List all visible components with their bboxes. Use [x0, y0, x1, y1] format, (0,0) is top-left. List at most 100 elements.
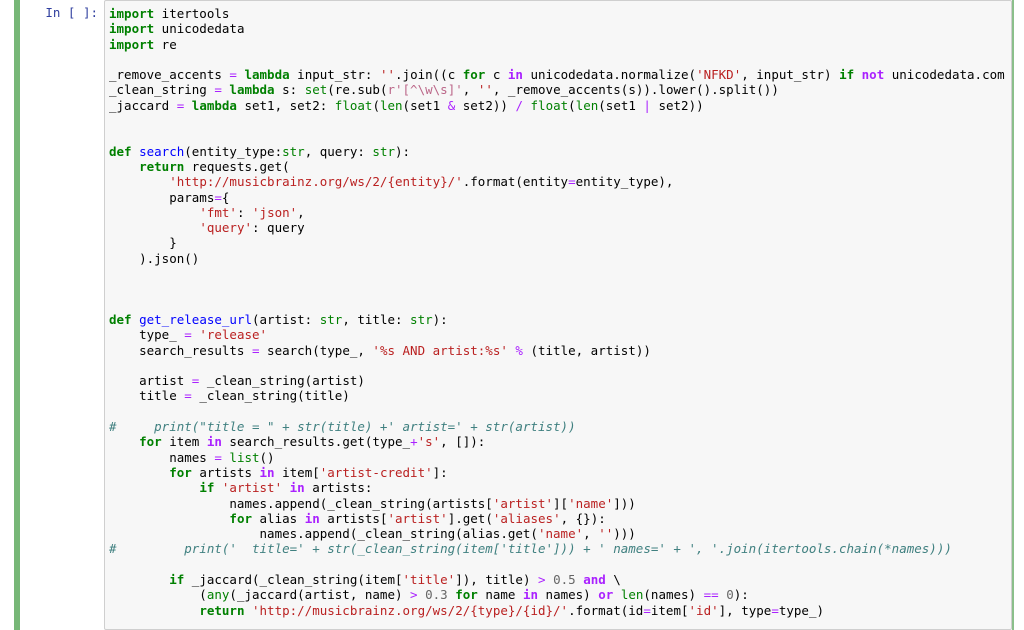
code-token: (artist: — [252, 311, 320, 327]
notebook-page: In [ ]: import itertools import unicodeda… — [0, 0, 1024, 630]
code-token: ( — [372, 97, 380, 113]
code-line: return 'http://musicbrainz.org/ws/2/{typ… — [109, 603, 1011, 618]
code-token: and — [583, 571, 606, 587]
code-token: '%s AND artist:%s' — [372, 342, 508, 358]
code-token: 'artist' — [387, 510, 448, 526]
code-token: search(type_, — [259, 342, 373, 358]
code-token: # print("title = " + str(title) +' artis… — [109, 419, 576, 435]
code-line: params={ — [109, 190, 1011, 205]
code-token: .format(entity — [462, 174, 569, 190]
code-token: == — [703, 587, 719, 603]
code-line: for alias in artists['artist'].get('alia… — [109, 511, 1011, 526]
code-token: .format(id — [568, 602, 644, 618]
code-input-area[interactable]: import itertools import unicodedata import… — [104, 0, 1012, 630]
code-token: _clean_string — [109, 82, 215, 98]
code-token: (names) — [643, 587, 704, 603]
code-token: _clean_string(title) — [191, 388, 350, 404]
code-token: .join((c — [395, 67, 463, 83]
code-editor[interactable]: import itertools import unicodedata import… — [105, 1, 1011, 629]
code-token: s: — [274, 82, 305, 98]
code-token: import — [109, 6, 155, 21]
code-token: import — [109, 36, 155, 52]
code-line: for artists in item['artist-credit']: — [109, 465, 1011, 480]
code-cell-selected[interactable]: In [ ]: import itertools import unicodeda… — [14, 0, 1014, 630]
code-line: import unicodedata — [109, 21, 1011, 36]
code-token: c — [485, 67, 508, 83]
code-token: search_results — [109, 342, 252, 358]
code-token: type_) — [778, 602, 824, 618]
code-token: (set1 — [598, 97, 644, 113]
code-token: re — [154, 36, 177, 52]
code-token: str — [319, 311, 343, 327]
code-token: : query — [252, 220, 305, 236]
code-token: for — [462, 67, 486, 83]
code-token: type_ — [109, 327, 185, 343]
code-token: (title, artist)) — [522, 342, 651, 358]
code-token: alias — [252, 510, 305, 526]
code-token: any — [206, 587, 230, 603]
code-token: ): — [432, 311, 448, 327]
code-token: not — [861, 67, 885, 83]
code-token: (entity_type: — [184, 143, 283, 159]
code-line: return requests.get( — [109, 159, 1011, 174]
code-token: 'name' — [537, 526, 584, 542]
code-line: search_results = search(type_, '%s AND a… — [109, 343, 1011, 358]
code-token: | — [643, 97, 651, 113]
code-token: for — [229, 510, 252, 526]
code-line: 'http://musicbrainz.org/ws/2/{entity}/'.… — [109, 174, 1011, 189]
code-token: 'json' — [252, 204, 298, 220]
code-token: len — [379, 97, 403, 113]
code-token: lambda — [191, 97, 237, 113]
code-token: _clean_string(artist) — [199, 373, 365, 389]
cell-execution-prompt: In [ ]: — [45, 5, 98, 20]
code-token: \ — [605, 571, 621, 587]
code-token: } — [109, 235, 177, 251]
code-token: = — [643, 602, 651, 618]
code-token: , — [297, 204, 305, 220]
code-token: r'[^\w\s]' — [387, 82, 463, 98]
code-token: 'name' — [568, 495, 614, 511]
code-line: names = list() — [109, 450, 1011, 465]
code-token: for — [169, 464, 192, 480]
code-token: 's' — [417, 434, 441, 450]
code-line: _jaccard = lambda set1, set2: float(len(… — [109, 98, 1011, 113]
code-token: > — [410, 587, 418, 603]
code-line: def get_release_url(artist: str, title: … — [109, 312, 1011, 327]
code-token: in — [507, 67, 523, 83]
code-token: len — [620, 587, 644, 603]
code-line: # print(' title=' + str(_clean_string(it… — [109, 541, 1011, 556]
code-token: 'release' — [199, 327, 268, 343]
code-token: 'artist' — [492, 495, 554, 511]
code-token: params — [109, 189, 215, 205]
code-token: return — [139, 158, 185, 174]
code-token: , title: — [342, 311, 411, 327]
code-token: () — [259, 449, 275, 465]
code-token: artists: — [304, 480, 373, 496]
code-token: ])) — [613, 495, 636, 511]
code-token: names) — [538, 587, 599, 603]
code-token: = — [252, 342, 260, 358]
code-token: = — [568, 174, 576, 190]
code-token: in — [304, 510, 320, 526]
code-token: for — [139, 434, 162, 450]
code-line: names.append(_clean_string(alias.get('na… — [109, 526, 1011, 541]
code-token: = — [229, 67, 237, 83]
code-line: # print("title = " + str(title) +' artis… — [109, 419, 1011, 434]
code-token: ( — [568, 97, 576, 113]
